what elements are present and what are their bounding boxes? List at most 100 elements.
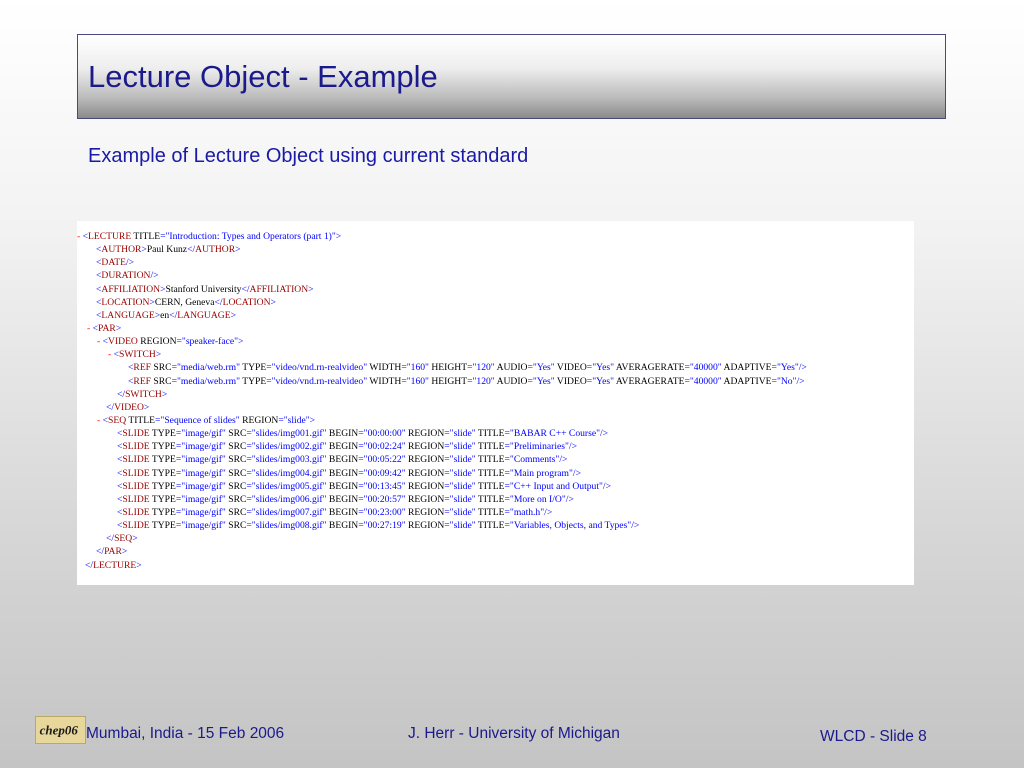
xml-token: TYPE	[239, 362, 267, 374]
xml-token: TYPE	[149, 454, 176, 466]
xml-token: BEGIN	[326, 441, 359, 453]
xml-token: slide	[453, 441, 472, 453]
xml-token: ="	[527, 362, 537, 374]
xml-token: SRC	[225, 441, 247, 453]
xml-token: VIDEO	[108, 336, 138, 348]
xml-token: 00:02:24	[367, 441, 402, 453]
xml-token: ="	[444, 454, 454, 466]
xml-token: slides/img003.gif	[255, 454, 323, 466]
xml-token: image/gif	[185, 467, 222, 479]
xml-token: ="	[684, 375, 694, 387]
xml-token: ="	[175, 428, 186, 440]
xml-token: media/web.rm	[180, 375, 237, 387]
xml-token: ="	[504, 493, 514, 505]
xml-token: "/>	[540, 506, 553, 518]
xml-token: >	[121, 546, 128, 558]
xml-token: SRC	[225, 480, 247, 492]
xml-line: <SLIDE TYPE="image/gif" SRC="slides/img0…	[77, 453, 914, 466]
xml-token: SWITCH	[119, 349, 156, 361]
xml-token: image/gif	[185, 493, 222, 505]
xml-token: SRC	[151, 375, 172, 387]
xml-token: ="	[358, 441, 368, 453]
xml-token: ">	[305, 414, 316, 426]
xml-token: "/>	[627, 520, 640, 532]
xml-token: ="	[444, 441, 454, 453]
xml-token: LOCATION	[222, 296, 271, 308]
xml-token: "/>	[599, 480, 612, 492]
xml-token: ="	[266, 375, 276, 387]
xml-token: More on I/O	[513, 493, 562, 505]
xml-line: <REF SRC="media/web.rm" TYPE="video/vnd.…	[77, 361, 914, 374]
xml-line: - <PAR>	[77, 322, 914, 335]
xml-line: <DATE/>	[77, 256, 914, 269]
xml-token: SRC	[225, 493, 247, 505]
xml-line: <SLIDE TYPE="image/gif" SRC="slides/img0…	[77, 506, 914, 519]
xml-token: No	[780, 375, 793, 387]
xml-token: ="	[175, 520, 186, 532]
xml-token: 00:20:57	[367, 493, 402, 505]
xml-token: ="	[278, 414, 288, 426]
xml-token: ="	[246, 428, 256, 440]
xml-token: >	[235, 244, 241, 256]
logo-text: chep06	[40, 723, 79, 738]
xml-token: SLIDE	[122, 454, 150, 466]
slide-title: Lecture Object - Example	[88, 59, 438, 94]
xml-token: ="	[444, 467, 454, 479]
xml-token: slides/img008.gif	[255, 520, 323, 532]
xml-token: Comments	[513, 454, 556, 466]
xml-line: </SEQ>	[77, 532, 914, 545]
xml-listing: - <LECTURE TITLE="Introduction: Types an…	[77, 221, 914, 585]
xml-token: SWITCH	[125, 388, 162, 400]
xml-token: >	[161, 388, 168, 400]
xml-token: BEGIN	[326, 428, 359, 440]
xml-token: ="	[246, 493, 256, 505]
xml-token: ="	[444, 506, 454, 518]
xml-token: "/>	[569, 467, 581, 479]
xml-token: ="	[175, 480, 186, 492]
xml-token: LECTURE	[93, 559, 137, 571]
xml-token: Yes	[536, 362, 551, 374]
xml-token: REF	[133, 375, 152, 387]
xml-token: 120	[476, 362, 491, 374]
xml-token: TYPE	[149, 493, 176, 505]
xml-token: Main program	[513, 467, 569, 479]
xml-token: LANGUAGE	[177, 309, 231, 321]
xml-token: TITLE	[475, 441, 505, 453]
xml-token: REGION	[405, 493, 445, 505]
xml-token: 00:23:00	[367, 506, 402, 518]
xml-token: Preliminaries	[513, 441, 565, 453]
xml-token: Variables, Objects, and Types	[513, 520, 628, 532]
xml-token: ="	[771, 375, 781, 387]
xml-token: slide	[287, 414, 306, 426]
xml-token: ="	[527, 375, 537, 387]
xml-token: AUDIO	[494, 362, 528, 374]
xml-token: REGION	[405, 467, 445, 479]
xml-token: image/gif	[185, 441, 222, 453]
xml-token: />	[125, 257, 135, 269]
xml-token: ="	[246, 506, 256, 518]
xml-token: TITLE	[131, 231, 161, 242]
xml-token: REGION	[137, 336, 177, 348]
xml-token: TYPE	[149, 467, 176, 479]
xml-token: SRC	[225, 467, 247, 479]
xml-token: >	[143, 401, 150, 413]
xml-token: slides/img006.gif	[255, 493, 323, 505]
xml-token: PAR	[98, 322, 116, 334]
xml-token: SLIDE	[122, 520, 150, 532]
xml-token: WIDTH	[367, 362, 402, 374]
xml-token: BEGIN	[326, 467, 359, 479]
xml-token: ="	[504, 467, 514, 479]
xml-line: <AUTHOR>Paul Kunz</AUTHOR>	[77, 243, 914, 256]
xml-token: 00:27:19	[367, 520, 402, 532]
xml-token: slide	[453, 506, 472, 518]
xml-token: </	[187, 244, 196, 256]
xml-token: video/vnd.rn-realvideo	[275, 375, 364, 387]
xml-line: <SLIDE TYPE="image/gif" SRC="slides/img0…	[77, 519, 914, 532]
xml-token: ">	[331, 231, 342, 242]
xml-token: image/gif	[185, 506, 222, 518]
xml-token: >	[270, 296, 276, 308]
xml-token: 160	[410, 375, 426, 387]
xml-token: >	[155, 349, 162, 361]
xml-token: Yes	[780, 362, 795, 374]
xml-token: TYPE	[149, 441, 176, 453]
